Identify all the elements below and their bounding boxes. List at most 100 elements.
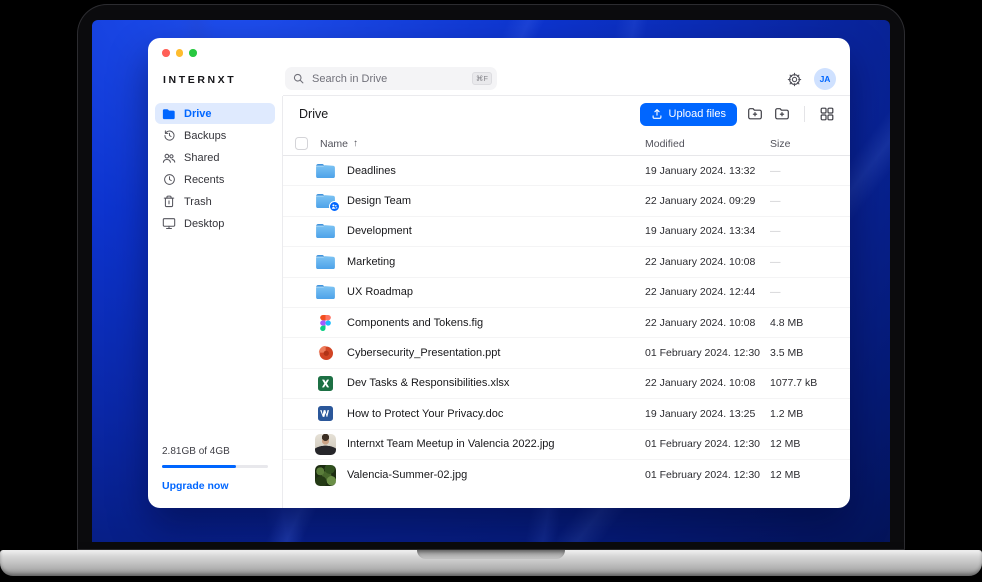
sidebar-item-label: Trash — [184, 196, 212, 208]
sidebar-item-desktop[interactable]: Desktop — [155, 213, 275, 234]
table-header: Name ↑ Modified Size — [283, 132, 850, 156]
shared-folder-badge-icon — [329, 201, 340, 212]
avatar[interactable]: JA — [814, 68, 836, 90]
laptop-screen-bezel: INTERNXT ⌘F — [77, 4, 905, 550]
file-modified-date: 22 January 2024. 10:08 — [645, 256, 770, 268]
laptop-base — [0, 550, 982, 576]
name-column-label: Name — [320, 138, 348, 150]
file-size: 1.2 MB — [770, 408, 836, 420]
file-modified-date: 22 January 2024. 10:08 — [645, 317, 770, 329]
column-header-name[interactable]: Name ↑ — [320, 138, 645, 150]
search-shortcut-badge: ⌘F — [472, 72, 492, 86]
sidebar: Drive Backups Shared Recents Trash Desktop 2.… — [148, 96, 283, 508]
actions-divider — [804, 106, 805, 122]
column-header-modified[interactable]: Modified — [645, 138, 770, 150]
sidebar-item-backups[interactable]: Backups — [155, 125, 275, 146]
image-thumbnail — [315, 434, 336, 455]
recents-clock-icon — [162, 173, 176, 186]
upload-icon — [651, 108, 663, 120]
file-name: Cybersecurity_Presentation.ppt — [347, 347, 645, 359]
file-size: — — [770, 195, 836, 207]
file-name: Development — [347, 225, 645, 237]
table-row[interactable]: How to Protect Your Privacy.doc19 Januar… — [283, 399, 850, 429]
search-icon — [293, 73, 304, 84]
file-size: 12 MB — [770, 438, 836, 450]
desktop-icon — [162, 217, 176, 230]
sidebar-item-trash[interactable]: Trash — [155, 191, 275, 212]
zoom-window-button[interactable] — [189, 49, 197, 57]
topbar: ⌘F JA — [283, 38, 850, 96]
file-size: 3.5 MB — [770, 347, 836, 359]
window-controls — [162, 49, 197, 57]
sidebar-item-label: Recents — [184, 174, 224, 186]
folder-icon — [315, 193, 336, 209]
sidebar-item-recents[interactable]: Recents — [155, 169, 275, 190]
sidebar-item-label: Drive — [184, 108, 212, 120]
table-row[interactable]: Deadlines19 January 2024. 13:32— — [283, 156, 850, 186]
upload-files-button[interactable]: Upload files — [640, 103, 737, 126]
grid-view-icon[interactable] — [818, 105, 836, 123]
storage-progress-fill — [162, 465, 236, 468]
sidebar-item-shared[interactable]: Shared — [155, 147, 275, 168]
select-all-checkbox[interactable] — [295, 137, 308, 150]
file-size: 1077.7 kB — [770, 377, 836, 389]
file-name: How to Protect Your Privacy.doc — [347, 408, 645, 420]
file-modified-date: 01 February 2024. 12:30 — [645, 347, 770, 359]
sidebar-item-drive[interactable]: Drive — [155, 103, 275, 124]
shared-users-icon — [162, 152, 176, 164]
photo-thumbnail — [315, 465, 336, 486]
photo-thumbnail — [315, 434, 336, 455]
upload-folder-button[interactable] — [746, 105, 764, 123]
folder-icon — [315, 284, 336, 300]
search-bar[interactable]: ⌘F — [285, 67, 497, 90]
folder-icon — [315, 223, 336, 239]
file-list: Deadlines19 January 2024. 13:32—Design T… — [283, 156, 850, 508]
upload-files-label: Upload files — [669, 108, 726, 120]
storage-widget: 2.81GB of 4GB Upgrade now — [155, 446, 275, 492]
table-row[interactable]: Valencia-Summer-02.jpg01 February 2024. … — [283, 460, 850, 490]
desktop-wallpaper: INTERNXT ⌘F — [92, 20, 890, 542]
table-row[interactable]: Components and Tokens.fig22 January 2024… — [283, 308, 850, 338]
table-row[interactable]: Cybersecurity_Presentation.ppt01 Februar… — [283, 338, 850, 368]
close-window-button[interactable] — [162, 49, 170, 57]
file-size: 4.8 MB — [770, 317, 836, 329]
file-name: Deadlines — [347, 165, 645, 177]
table-row[interactable]: Dev Tasks & Responsibilities.xlsx22 Janu… — [283, 369, 850, 399]
drive-content: Drive Upload files — [283, 96, 850, 508]
sidebar-item-label: Desktop — [184, 218, 224, 230]
settings-gear-icon[interactable] — [787, 72, 802, 87]
file-size: — — [770, 256, 836, 268]
table-row[interactable]: Internxt Team Meetup in Valencia 2022.jp… — [283, 430, 850, 460]
file-name: Valencia-Summer-02.jpg — [347, 469, 645, 481]
figma-file-icon — [315, 315, 336, 331]
laptop-lid-notch — [417, 550, 565, 559]
laptop-mockup: INTERNXT ⌘F — [0, 0, 982, 582]
table-row[interactable]: UX Roadmap22 January 2024. 12:44— — [283, 278, 850, 308]
file-modified-date: 19 January 2024. 13:32 — [645, 165, 770, 177]
file-modified-date: 19 January 2024. 13:34 — [645, 225, 770, 237]
file-name: Components and Tokens.fig — [347, 317, 645, 329]
file-name: UX Roadmap — [347, 286, 645, 298]
table-row[interactable]: Development19 January 2024. 13:34— — [283, 217, 850, 247]
table-row[interactable]: Marketing22 January 2024. 10:08— — [283, 247, 850, 277]
sidebar-item-label: Shared — [184, 152, 219, 164]
file-name: Dev Tasks & Responsibilities.xlsx — [347, 377, 645, 389]
sort-ascending-icon: ↑ — [353, 138, 358, 149]
minimize-window-button[interactable] — [176, 49, 184, 57]
file-name: Design Team — [347, 195, 645, 207]
create-folder-button[interactable] — [773, 105, 791, 123]
content-header: Drive Upload files — [283, 96, 850, 132]
folder-icon — [315, 254, 336, 270]
file-modified-date: 22 January 2024. 12:44 — [645, 286, 770, 298]
file-modified-date: 22 January 2024. 09:29 — [645, 195, 770, 207]
folder-icon — [315, 163, 336, 179]
drive-folder-icon — [162, 108, 176, 120]
file-size: — — [770, 165, 836, 177]
column-header-size[interactable]: Size — [770, 138, 836, 150]
upgrade-now-link[interactable]: Upgrade now — [162, 480, 268, 492]
breadcrumb-drive[interactable]: Drive — [299, 107, 328, 121]
table-row[interactable]: Design Team22 January 2024. 09:29— — [283, 186, 850, 216]
search-input[interactable] — [310, 72, 466, 86]
internxt-logo: INTERNXT — [163, 74, 236, 86]
sidebar-item-label: Backups — [184, 130, 226, 142]
